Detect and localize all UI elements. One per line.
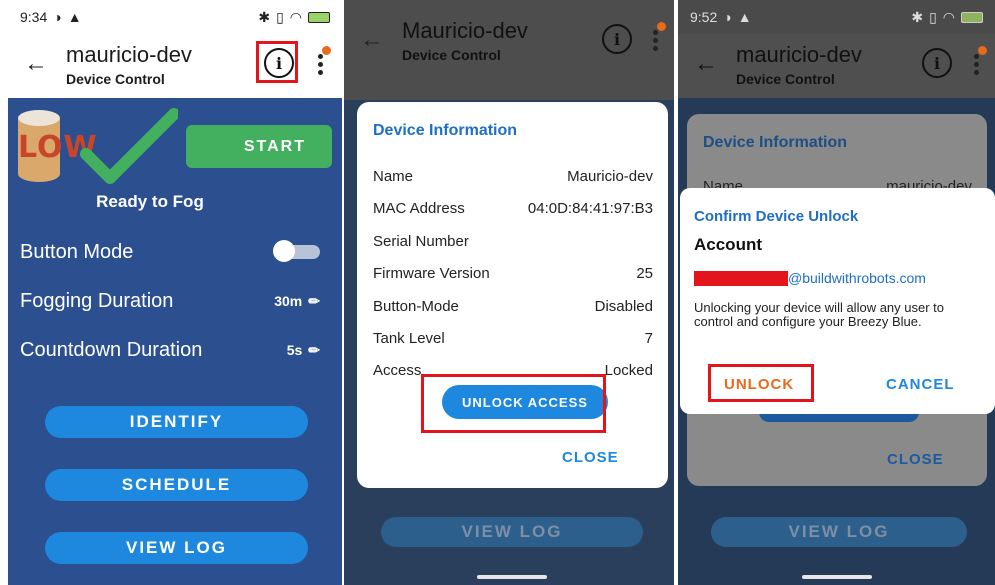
redacted-bar [694,270,788,286]
view-log-button[interactable]: VIEW LOG [45,532,308,564]
dialog-title: Device Information [703,134,848,151]
info-row-serial: Serial Number [373,233,469,250]
button-mode-row: Button Mode [20,237,320,267]
battery-icon [308,11,330,23]
edit-pencil-icon[interactable]: ✏ [308,293,320,310]
identify-button[interactable]: IDENTIFY [45,406,308,438]
warning-icon: ▲ [737,9,752,25]
status-time: 9:34 [20,9,48,25]
countdown-duration-label: Countdown Duration [20,338,203,361]
app-bar: ← mauricio-dev Device Control i [678,34,995,98]
fogging-duration-row[interactable]: Fogging Duration 30m ✏ [20,286,320,316]
confirm-dialog-title: Confirm Device Unlock [694,208,859,225]
sync-icon: ◑ [723,9,732,25]
button-mode-toggle[interactable] [273,240,320,262]
info-row-firmware: Firmware Version 25 [373,265,653,282]
countdown-duration-row[interactable]: Countdown Duration 5s ✏ [20,335,320,365]
warning-icon: ▲ [67,9,82,25]
device-information-screen: ← Mauricio-dev Device Control i Device I… [344,0,674,585]
account-label: Account [694,235,762,254]
button-mode-label: Button Mode [20,240,134,263]
gesture-bar [477,575,547,579]
bluetooth-icon: ✱ [911,8,924,25]
dialog-title: Device Information [373,122,518,139]
view-log-button: VIEW LOG [711,517,967,547]
vibrate-icon: ▯ [929,8,937,25]
start-button[interactable]: START [186,125,332,168]
status-time: 9:52 [690,9,718,25]
overflow-menu-icon[interactable] [966,46,987,80]
info-row-tank-level: Tank Level 7 [373,330,653,347]
page-subtitle: Device Control [66,71,165,87]
close-button: CLOSE [887,451,944,468]
cancel-button[interactable]: CANCEL [886,376,955,393]
info-icon[interactable]: i [602,24,632,54]
account-email: @buildwithrobots.com [694,270,926,286]
view-log-button: VIEW LOG [381,517,643,547]
page-subtitle: Device Control [402,47,501,63]
page-title: Mauricio-dev [402,18,528,43]
back-arrow-icon[interactable]: ← [24,50,48,78]
page-subtitle: Device Control [736,71,835,87]
device-info-dialog: Device Information Name Mauricio-dev MAC … [357,102,668,488]
confirm-unlock-dialog: Confirm Device Unlock Account @buildwith… [680,188,995,414]
checkmark-icon [80,108,178,184]
close-button[interactable]: CLOSE [562,449,619,466]
info-icon[interactable]: i [922,48,952,78]
fogging-duration-value: 30m [274,293,303,309]
countdown-duration-value: 5s [286,342,303,358]
email-domain: @buildwithrobots.com [788,270,926,286]
tank-top [18,110,60,126]
page-title: mauricio-dev [736,42,862,67]
page-title: mauricio-dev [66,42,192,67]
overflow-menu-icon[interactable] [645,22,666,56]
app-bar: ← Mauricio-dev Device Control i [344,10,674,74]
info-row-name: Name Mauricio-dev [373,168,653,185]
device-control-screen: 9:34 ◑ ▲ ✱ ▯ ◠ ← mauricio-dev Device Con… [8,0,342,585]
status-bar: 9:34 ◑ ▲ ✱ ▯ ◠ [8,0,342,34]
confirm-unlock-screen: 9:52 ◑ ▲ ✱ ▯ ◠ ← mauricio-dev Device Con… [678,0,995,585]
schedule-button[interactable]: SCHEDULE [45,469,308,501]
overflow-menu-icon[interactable] [310,46,331,80]
wifi-icon: ◠ [942,8,955,25]
battery-icon [961,11,983,23]
fogging-duration-label: Fogging Duration [20,289,174,312]
back-arrow-icon[interactable]: ← [360,26,384,54]
bluetooth-icon: ✱ [258,8,271,25]
edit-pencil-icon[interactable]: ✏ [308,342,320,359]
highlight-box [708,364,814,402]
notification-dot [322,46,331,55]
sync-icon: ◑ [53,9,62,25]
ready-status: Ready to Fog [96,192,204,211]
wifi-icon: ◠ [289,8,302,25]
highlight-box [256,41,298,83]
back-arrow-icon[interactable]: ← [694,50,718,78]
unlock-message: Unlocking your device will allow any use… [694,300,945,329]
app-bar: ← mauricio-dev Device Control i [8,34,342,98]
vibrate-icon: ▯ [276,8,284,25]
highlight-box [421,374,606,433]
gesture-bar [802,575,872,579]
info-row-button-mode: Button-Mode Disabled [373,298,653,315]
info-row-mac: MAC Address 04:0D:84:41:97:B3 [373,200,653,217]
status-bar: 9:52 ◑ ▲ ✱ ▯ ◠ [678,0,995,34]
